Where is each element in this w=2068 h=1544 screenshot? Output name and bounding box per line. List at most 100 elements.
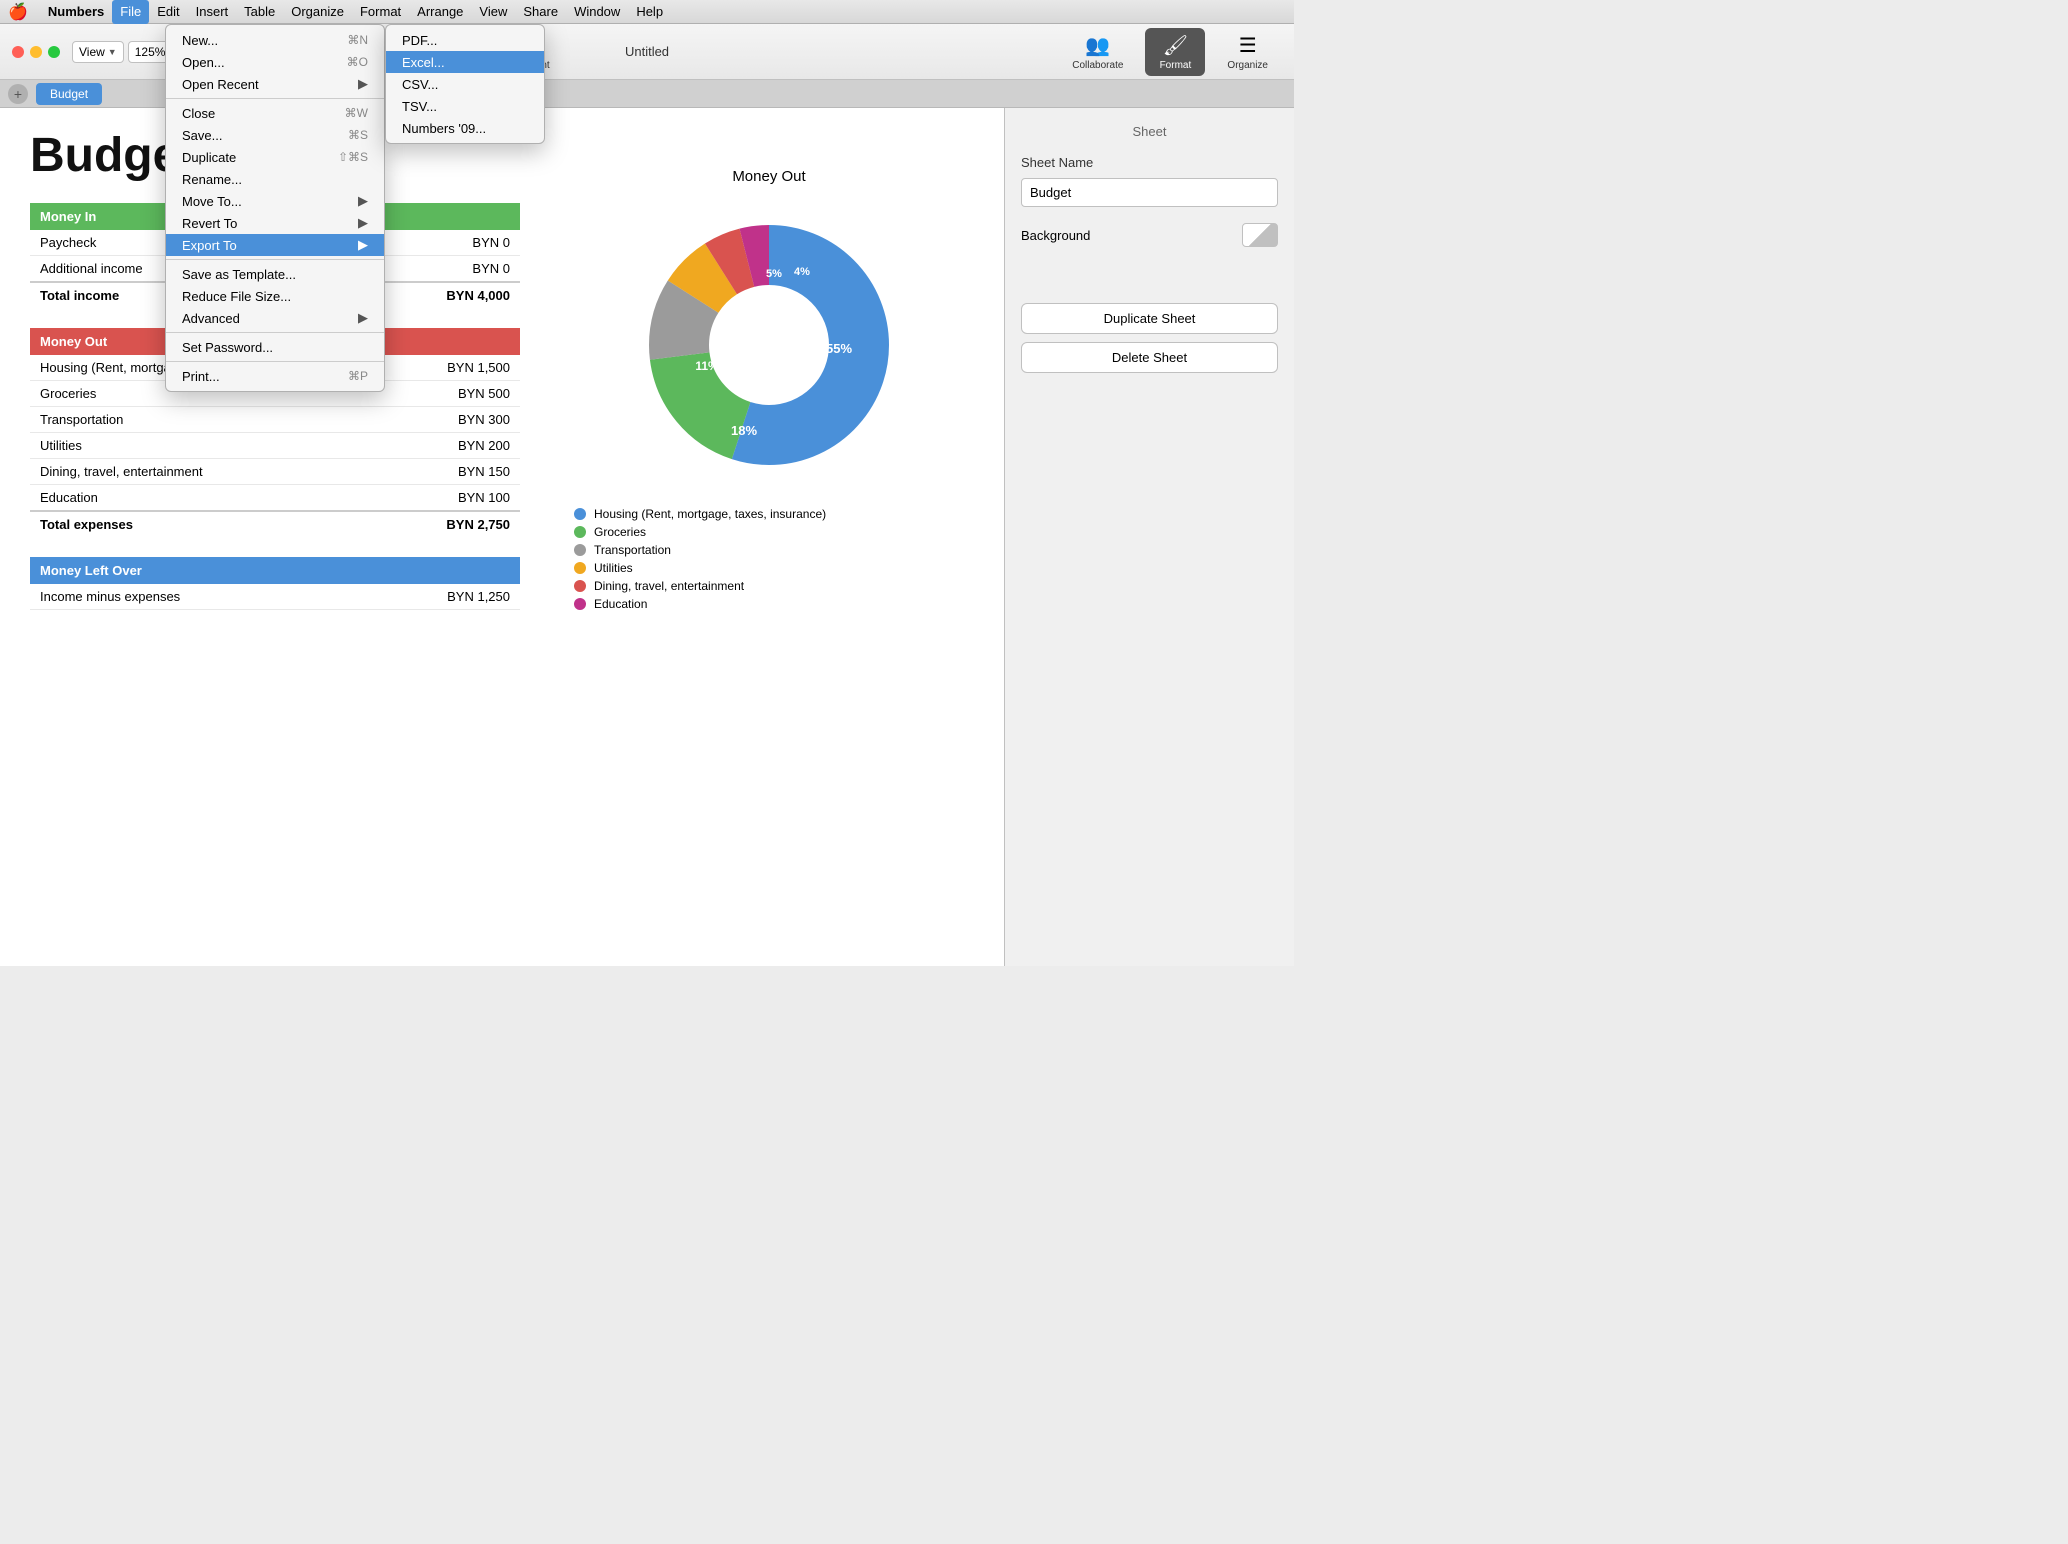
utilities-label: Utilities bbox=[30, 433, 405, 459]
menu-format[interactable]: Format bbox=[352, 0, 409, 24]
delete-sheet-button[interactable]: Delete Sheet bbox=[1021, 342, 1278, 373]
right-panel: Sheet Sheet Name Background Duplicate Sh… bbox=[1004, 108, 1294, 966]
window-controls bbox=[12, 46, 60, 58]
collaborate-icon: 👥 bbox=[1085, 33, 1110, 58]
maximize-window-btn[interactable] bbox=[48, 46, 60, 58]
apple-menu[interactable]: 🍎 bbox=[8, 2, 28, 22]
background-color-picker[interactable] bbox=[1242, 223, 1278, 247]
menu-set-password[interactable]: Set Password... bbox=[166, 336, 384, 358]
background-label: Background bbox=[1021, 228, 1090, 243]
menu-open-recent[interactable]: Open Recent ▶ bbox=[166, 73, 384, 95]
menu-save-as-template[interactable]: Save as Template... bbox=[166, 263, 384, 285]
education-legend-label: Education bbox=[594, 597, 647, 611]
legend-item-education: Education bbox=[574, 597, 984, 611]
menu-move-to[interactable]: Move To... ▶ bbox=[166, 190, 384, 212]
utilities-legend-label: Utilities bbox=[594, 561, 633, 575]
income-minus-label: Income minus expenses bbox=[30, 584, 353, 610]
organize-button[interactable]: ☰ Organize bbox=[1213, 28, 1282, 76]
menu-reduce-file-size[interactable]: Reduce File Size... bbox=[166, 285, 384, 307]
export-to-arrow-icon: ▶ bbox=[358, 237, 368, 253]
view-label: View bbox=[79, 45, 105, 59]
menu-print-shortcut: ⌘P bbox=[348, 369, 368, 383]
menu-new-label: New... bbox=[182, 33, 218, 48]
education-legend-dot bbox=[574, 598, 586, 610]
export-numbers09-label: Numbers '09... bbox=[402, 121, 486, 136]
menu-export-to-label: Export To bbox=[182, 238, 237, 253]
menu-help[interactable]: Help bbox=[628, 0, 671, 24]
minimize-window-btn[interactable] bbox=[30, 46, 42, 58]
export-tsv[interactable]: TSV... bbox=[386, 95, 544, 117]
dining-legend-dot bbox=[574, 580, 586, 592]
duplicate-sheet-button[interactable]: Duplicate Sheet bbox=[1021, 303, 1278, 334]
sheet-tab-budget[interactable]: Budget bbox=[36, 83, 102, 105]
export-numbers09[interactable]: Numbers '09... bbox=[386, 117, 544, 139]
education-value: BYN 100 bbox=[405, 485, 520, 512]
menu-file[interactable]: File bbox=[112, 0, 149, 24]
collaborate-button[interactable]: 👥 Collaborate bbox=[1058, 28, 1137, 76]
housing-legend-dot bbox=[574, 508, 586, 520]
table-row: Income minus expenses BYN 1,250 bbox=[30, 584, 520, 610]
menu-bar: 🍎 Numbers File Edit Insert Table Organiz… bbox=[0, 0, 1294, 24]
menu-view[interactable]: View bbox=[471, 0, 515, 24]
view-dropdown-arrow: ▼ bbox=[108, 47, 117, 57]
dining-percent-label: 5% bbox=[766, 268, 782, 280]
menu-close-label: Close bbox=[182, 106, 215, 121]
groceries-legend-label: Groceries bbox=[594, 525, 646, 539]
export-pdf[interactable]: PDF... bbox=[386, 29, 544, 51]
zoom-value: 125% bbox=[135, 45, 166, 59]
view-dropdown[interactable]: View ▼ bbox=[72, 41, 124, 63]
menu-duplicate[interactable]: Duplicate ⇧⌘S bbox=[166, 146, 384, 168]
export-tsv-label: TSV... bbox=[402, 99, 437, 114]
menu-window[interactable]: Window bbox=[566, 0, 628, 24]
menu-new-shortcut: ⌘N bbox=[347, 33, 368, 47]
export-excel-label: Excel... bbox=[402, 55, 445, 70]
export-csv[interactable]: CSV... bbox=[386, 73, 544, 95]
menu-advanced-label: Advanced bbox=[182, 311, 240, 326]
menu-insert[interactable]: Insert bbox=[188, 0, 237, 24]
menu-export-to[interactable]: Export To ▶ bbox=[166, 234, 384, 256]
menu-table[interactable]: Table bbox=[236, 0, 283, 24]
format-label: Format bbox=[1160, 60, 1192, 71]
menu-separator-1 bbox=[166, 98, 384, 99]
sheet-name-input[interactable] bbox=[1021, 178, 1278, 207]
transportation-value: BYN 300 bbox=[405, 407, 520, 433]
menu-close[interactable]: Close ⌘W bbox=[166, 102, 384, 124]
menu-open-label: Open... bbox=[182, 55, 225, 70]
chart-legend: Housing (Rent, mortgage, taxes, insuranc… bbox=[554, 507, 984, 611]
menu-organize[interactable]: Organize bbox=[283, 0, 352, 24]
close-window-btn[interactable] bbox=[12, 46, 24, 58]
housing-percent-label: 55% bbox=[826, 341, 852, 356]
menu-duplicate-shortcut: ⇧⌘S bbox=[338, 150, 368, 164]
utilities-legend-dot bbox=[574, 562, 586, 574]
menu-open[interactable]: Open... ⌘O bbox=[166, 51, 384, 73]
menu-save[interactable]: Save... ⌘S bbox=[166, 124, 384, 146]
menu-arrange[interactable]: Arrange bbox=[409, 0, 471, 24]
menu-revert-to-label: Revert To bbox=[182, 216, 237, 231]
menu-numbers[interactable]: Numbers bbox=[40, 0, 112, 24]
add-sheet-button[interactable]: + bbox=[8, 84, 28, 104]
legend-item-housing: Housing (Rent, mortgage, taxes, insuranc… bbox=[574, 507, 984, 521]
revert-to-arrow-icon: ▶ bbox=[358, 215, 368, 231]
menu-rename[interactable]: Rename... bbox=[166, 168, 384, 190]
housing-value: BYN 1,500 bbox=[405, 355, 520, 381]
transportation-percent-label: 11% bbox=[695, 359, 719, 373]
menu-edit[interactable]: Edit bbox=[149, 0, 187, 24]
menu-share[interactable]: Share bbox=[515, 0, 566, 24]
menu-duplicate-label: Duplicate bbox=[182, 150, 236, 165]
open-recent-arrow-icon: ▶ bbox=[358, 76, 368, 92]
dining-label: Dining, travel, entertainment bbox=[30, 459, 405, 485]
format-button[interactable]: 🖌 Format bbox=[1145, 28, 1205, 76]
organize-icon: ☰ bbox=[1239, 33, 1257, 58]
total-expenses-value: BYN 2,750 bbox=[405, 511, 520, 537]
toolbar-right: 👥 Collaborate 🖌 Format ☰ Organize bbox=[1058, 28, 1282, 76]
background-row: Background bbox=[1021, 223, 1278, 247]
menu-print[interactable]: Print... ⌘P bbox=[166, 365, 384, 387]
menu-separator-4 bbox=[166, 361, 384, 362]
dining-value: BYN 150 bbox=[405, 459, 520, 485]
menu-advanced[interactable]: Advanced ▶ bbox=[166, 307, 384, 329]
legend-item-transportation: Transportation bbox=[574, 543, 984, 557]
export-excel[interactable]: Excel... bbox=[386, 51, 544, 73]
menu-new[interactable]: New... ⌘N bbox=[166, 29, 384, 51]
menu-revert-to[interactable]: Revert To ▶ bbox=[166, 212, 384, 234]
menu-open-shortcut: ⌘O bbox=[347, 55, 368, 69]
